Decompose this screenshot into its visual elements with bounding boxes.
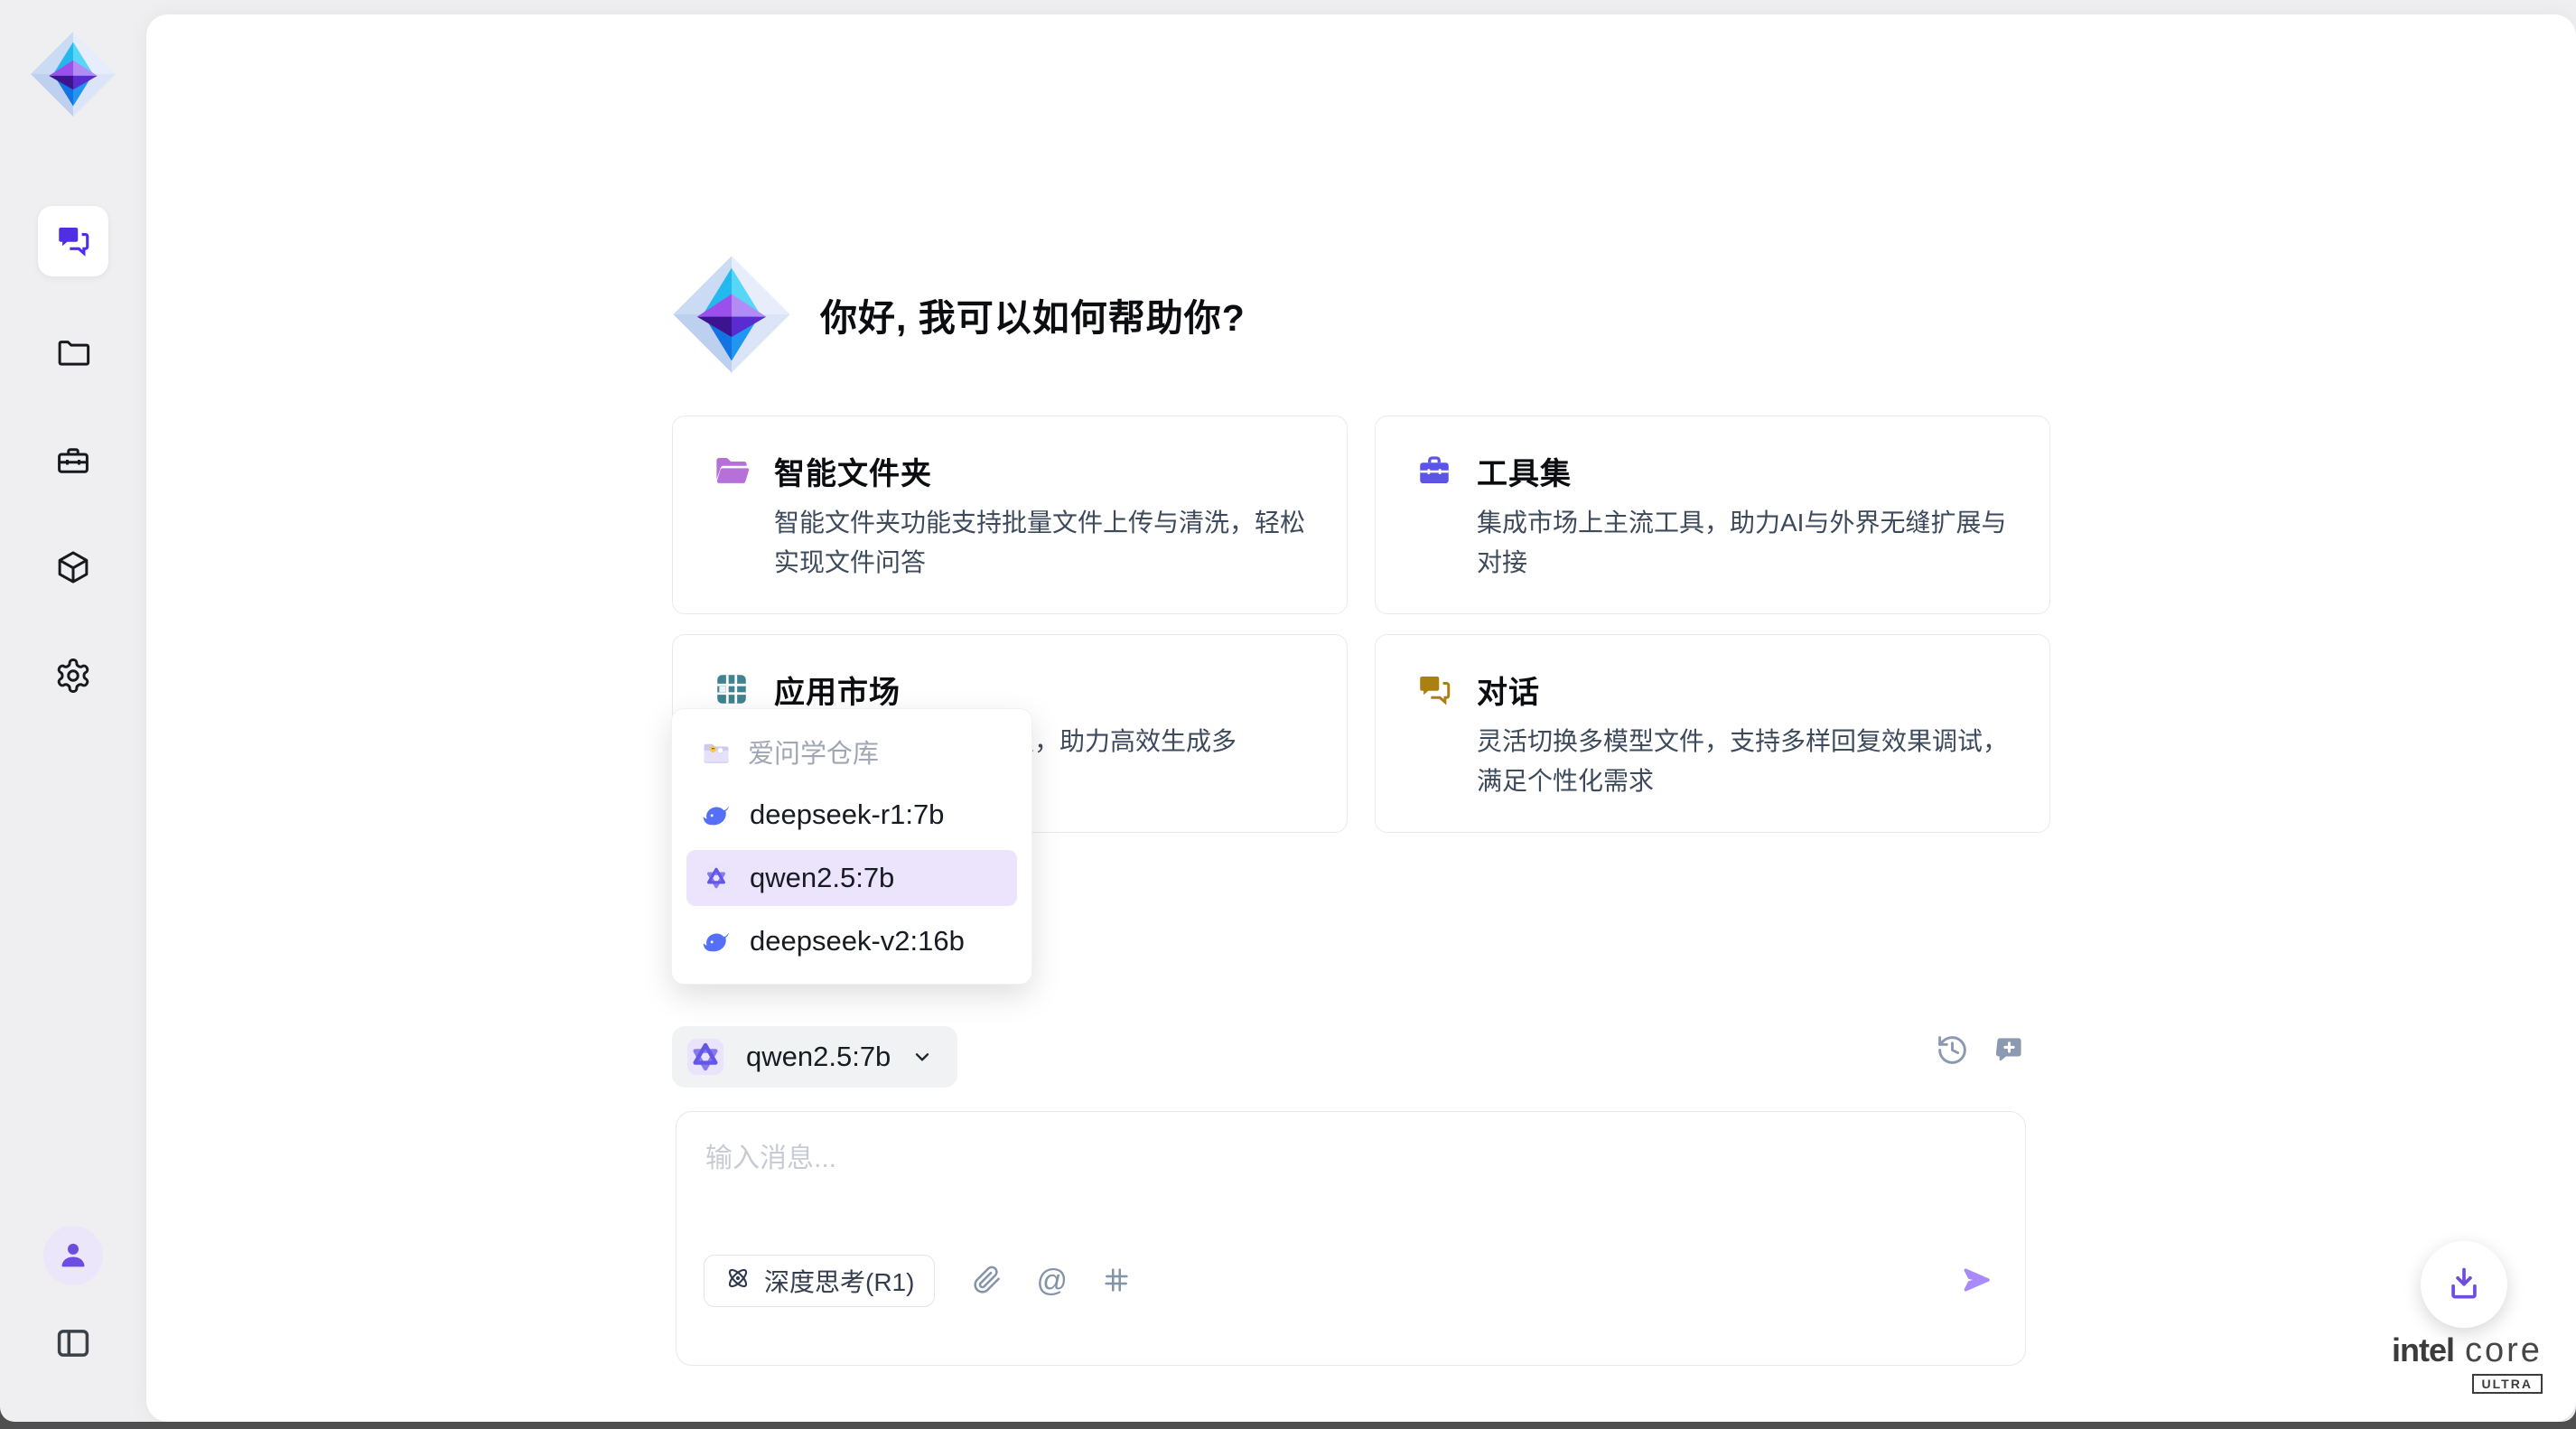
message-composer: 深度思考(R1) @ — [676, 1111, 2026, 1366]
user-avatar[interactable] — [43, 1226, 103, 1285]
card-header: 智能文件夹 — [713, 451, 1311, 490]
card-smart-folder[interactable]: 智能文件夹 智能文件夹功能支持批量文件上传与清洗，轻松实现文件问答 — [672, 416, 1348, 614]
chat-actions — [1936, 1033, 2026, 1069]
at-sign-icon: @ — [1036, 1266, 1068, 1296]
intel-word: intel — [2392, 1331, 2454, 1369]
dropdown-group-header: 爱问学仓库 — [686, 724, 1017, 780]
card-header: 对话 — [1415, 669, 2013, 709]
core-word: core — [2465, 1331, 2543, 1370]
app-grid-icon — [713, 670, 751, 708]
main-panel: 你好, 我可以如何帮助你? 智能文件夹 智能文件夹功能支持批量文件上传与清洗，轻… — [146, 14, 2576, 1422]
deepseek-whale-icon — [701, 799, 732, 830]
dropdown-item-label: deepseek-r1:7b — [750, 799, 944, 831]
greeting-title: 你好, 我可以如何帮助你? — [820, 287, 1246, 341]
panel-toggle-button[interactable] — [38, 1309, 108, 1379]
card-description: 灵活切换多模型文件，支持多样回复效果调试，满足个性化需求 — [1477, 722, 2013, 801]
model-selector-button[interactable]: qwen2.5:7b — [672, 1026, 957, 1088]
dropdown-item-label: deepseek-v2:16b — [750, 925, 965, 957]
qwen-logo-icon — [685, 1036, 726, 1078]
gear-icon — [54, 657, 92, 697]
card-header: 工具集 — [1415, 451, 2013, 490]
paperclip-icon — [973, 1266, 1002, 1297]
new-chat-icon — [1993, 1033, 2026, 1069]
topic-button[interactable] — [1102, 1266, 1131, 1297]
card-header: 应用市场 — [713, 669, 1311, 709]
deep-think-button[interactable]: 深度思考(R1) — [704, 1255, 935, 1307]
composer-toolbar: 深度思考(R1) @ — [704, 1255, 1994, 1307]
history-button[interactable] — [1936, 1033, 1969, 1069]
new-chat-button[interactable] — [1993, 1033, 2026, 1069]
dropdown-item-label: qwen2.5:7b — [750, 862, 894, 894]
intel-core-badge: intel core ULTRA — [2392, 1331, 2543, 1394]
deepseek-whale-icon — [701, 926, 732, 957]
sidebar-item-settings[interactable] — [38, 641, 108, 712]
dropdown-item-deepseek-r1[interactable]: deepseek-r1:7b — [686, 787, 1017, 843]
send-icon — [1960, 1263, 1994, 1300]
card-description: 智能文件夹功能支持批量文件上传与清洗，轻松实现文件问答 — [774, 503, 1311, 583]
sidebar-item-toolbox[interactable] — [38, 426, 108, 497]
message-input[interactable] — [704, 1134, 1998, 1237]
intel-logo-text: intel core — [2392, 1331, 2543, 1370]
chevron-down-icon — [910, 1045, 934, 1069]
open-folder-icon — [713, 452, 751, 490]
repository-folder-icon — [701, 737, 730, 766]
card-dialog[interactable]: 对话 灵活切换多模型文件，支持多样回复效果调试，满足个性化需求 — [1375, 634, 2050, 833]
attach-group: @ — [973, 1266, 1131, 1297]
sidebar — [0, 0, 146, 1422]
screen-bottom-bar — [0, 1422, 2576, 1429]
atom-icon — [724, 1265, 751, 1298]
chat-bubbles-icon — [54, 221, 92, 262]
sidebar-item-models[interactable] — [38, 533, 108, 603]
history-icon — [1936, 1033, 1969, 1069]
download-button[interactable] — [2421, 1241, 2507, 1328]
model-dropdown-menu: 爱问学仓库 deepseek-r1:7b — [671, 708, 1032, 985]
download-icon — [2444, 1264, 2484, 1306]
dropdown-item-deepseek-v2[interactable]: deepseek-v2:16b — [686, 913, 1017, 969]
deep-think-label: 深度思考(R1) — [764, 1263, 914, 1299]
send-button[interactable] — [1960, 1263, 1994, 1300]
panel-toggle-icon — [54, 1324, 92, 1365]
app-window: 你好, 我可以如何帮助你? 智能文件夹 智能文件夹功能支持批量文件上传与清洗，轻… — [0, 0, 2576, 1422]
sidebar-item-folders[interactable] — [38, 318, 108, 388]
card-title: 工具集 — [1477, 449, 1572, 493]
cube-icon — [54, 548, 92, 589]
toolbox-icon — [54, 442, 92, 482]
ultra-badge: ULTRA — [2472, 1374, 2543, 1394]
greeting: 你好, 我可以如何帮助你? — [672, 255, 1246, 374]
sidebar-item-chat[interactable] — [38, 206, 108, 276]
mention-button[interactable]: @ — [1036, 1266, 1068, 1296]
chat-bubbles-icon — [1415, 670, 1453, 708]
attach-file-button[interactable] — [973, 1266, 1002, 1297]
dropdown-item-qwen[interactable]: qwen2.5:7b — [686, 850, 1017, 906]
card-toolset[interactable]: 工具集 集成市场上主流工具，助力AI与外界无缝扩展与对接 — [1375, 416, 2050, 614]
folder-icon — [54, 333, 92, 374]
toolbox-icon — [1415, 452, 1453, 490]
screen: 你好, 我可以如何帮助你? 智能文件夹 智能文件夹功能支持批量文件上传与清洗，轻… — [0, 0, 2576, 1429]
card-title: 应用市场 — [774, 668, 901, 712]
app-logo-icon — [30, 31, 117, 117]
card-title: 对话 — [1477, 668, 1540, 712]
card-title: 智能文件夹 — [774, 449, 932, 493]
qwen-logo-icon — [701, 863, 732, 893]
user-avatar-icon — [55, 1237, 91, 1275]
app-logo-large-icon — [672, 255, 791, 374]
card-description: 集成市场上主流工具，助力AI与外界无缝扩展与对接 — [1477, 503, 2013, 583]
model-selector-label: qwen2.5:7b — [746, 1041, 891, 1073]
dropdown-group-label: 爱问学仓库 — [748, 733, 879, 771]
hash-icon — [1102, 1266, 1131, 1297]
